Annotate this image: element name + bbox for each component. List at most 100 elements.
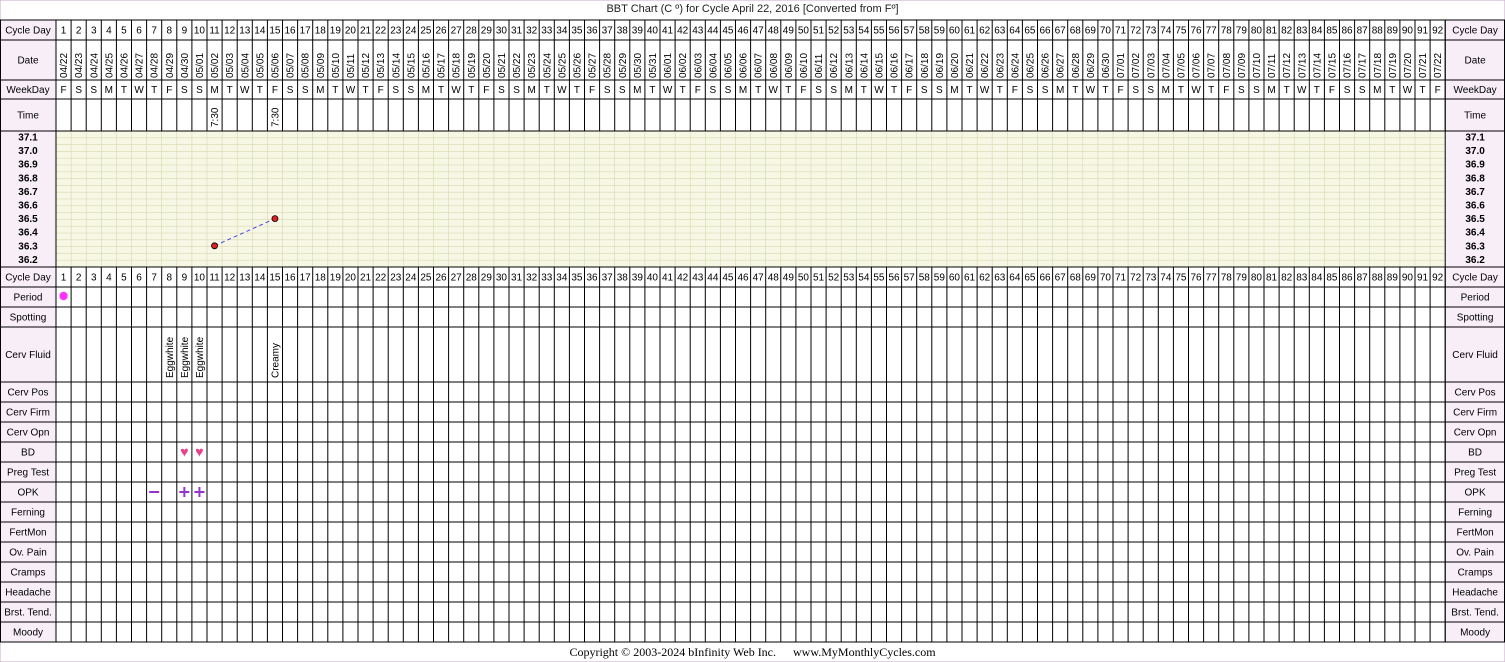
cycle-day-number: 8 [166, 26, 172, 37]
cycle-day-number: 49 [783, 273, 795, 284]
site-link[interactable]: www.MyMonthlyCycles.com [793, 645, 936, 659]
cycle-day-number: 18 [315, 26, 327, 37]
cycle-day-number: 14 [254, 26, 266, 37]
weekday-label: S [725, 85, 732, 96]
temp-label-left: 36.8 [18, 173, 38, 184]
weekday-label: T [755, 85, 761, 96]
date-label: 07/04 [1161, 53, 1172, 78]
date-label: 06/23 [995, 53, 1006, 78]
weekday-label: F [589, 85, 595, 96]
cycle-day-number: 63 [994, 273, 1006, 284]
cycle-day-number: 79 [1236, 273, 1248, 284]
row-label-right: Spotting [1457, 313, 1494, 324]
cycle-day-number: 60 [949, 26, 961, 37]
weekday-label: M [739, 85, 747, 96]
date-label: 05/25 [557, 53, 568, 78]
date-label: 05/16 [421, 53, 432, 78]
row-label-left: Cerv Firm [6, 408, 50, 419]
cycle-day-number: 68 [1070, 273, 1082, 284]
cycle-day-number: 4 [106, 273, 112, 284]
weekday-label: M [1056, 85, 1064, 96]
cycle-day-number: 77 [1206, 26, 1218, 37]
weekday-label: M [1162, 85, 1170, 96]
weekday-label: M [1267, 85, 1275, 96]
row-label-left: FertMon [9, 528, 46, 539]
cycle-day-number: 87 [1357, 26, 1369, 37]
weekday-label: T [257, 85, 263, 96]
date-label: 06/01 [663, 53, 674, 78]
date-label: 05/02 [210, 53, 221, 78]
row-label-left: Cerv Pos [7, 388, 48, 399]
cycle-day-number: 90 [1402, 273, 1414, 284]
weekday-label: T [362, 85, 368, 96]
date-label: 05/05 [255, 53, 266, 78]
cycle-day-number: 19 [330, 26, 342, 37]
bbt-chart: Cycle Day Cycle Day Date Date WeekDay WeekDay… [0, 0, 1505, 662]
cycle-day-number: 85 [1326, 273, 1338, 284]
copyright-text: Copyright © 2003-2024 bInfinity Web Inc. [569, 645, 777, 659]
cerv-fluid-entry: Creamy [270, 343, 281, 378]
date-label: 05/18 [452, 53, 463, 78]
date-label: 05/14 [391, 53, 402, 78]
row-label-right: Moody [1460, 628, 1490, 639]
bd-heart-icon: ♥ [195, 444, 203, 460]
date-label: 05/17 [437, 53, 448, 78]
date-label: 06/25 [1025, 53, 1036, 78]
cycle-day-number: 41 [662, 273, 674, 284]
row-label-left: Cerv Opn [7, 428, 50, 439]
cycle-day-number: 53 [843, 26, 855, 37]
cycle-day-number: 82 [1281, 26, 1293, 37]
date-label: 07/20 [1403, 53, 1414, 78]
weekday-label: T [1072, 85, 1078, 96]
weekday-label: M [422, 85, 430, 96]
weekday-label: T [785, 85, 791, 96]
cycle-day-number: 26 [435, 26, 447, 37]
cycle-day-number: 81 [1266, 273, 1278, 284]
cycle-day-number: 23 [390, 273, 402, 284]
date-label: 05/04 [240, 53, 251, 78]
date-label: 06/21 [965, 53, 976, 78]
weekday-label: S [1253, 85, 1260, 96]
temp-label-right: 36.2 [1465, 255, 1485, 266]
cycle-day-number: 59 [934, 26, 946, 37]
date-label: 07/15 [1327, 53, 1338, 78]
cycle-day-number: 84 [1311, 273, 1323, 284]
cycle-day-number: 10 [194, 26, 206, 37]
cerv-fluid-entry: Eggwhite [195, 336, 206, 378]
weekday-label: S [392, 85, 399, 96]
cycle-day-number: 69 [1085, 273, 1097, 284]
row-label-left: Date [17, 56, 39, 67]
weekday-label: F [1329, 85, 1335, 96]
date-label: 05/03 [225, 53, 236, 78]
weekday-label: S [1132, 85, 1139, 96]
weekday-label: T [680, 85, 686, 96]
weekday-label: T [861, 85, 867, 96]
cycle-day-number: 9 [182, 26, 188, 37]
cycle-day-number: 42 [677, 26, 689, 37]
cycle-day-number: 74 [1160, 273, 1172, 284]
row-label-left: OPK [17, 488, 38, 499]
row-label-right: FertMon [1456, 528, 1493, 539]
row-label-left: Cycle Day [5, 26, 51, 37]
weekday-label: S [498, 85, 505, 96]
cycle-day-number: 43 [692, 26, 704, 37]
cycle-day-number: 34 [556, 273, 568, 284]
weekday-label: T [891, 85, 897, 96]
weekday-label: M [527, 85, 535, 96]
row-label-right: Time [1464, 111, 1486, 122]
row-label-right: Cerv Fluid [1452, 350, 1498, 361]
weekday-label: M [633, 85, 641, 96]
cycle-day-number: 9 [182, 273, 188, 284]
temp-label-left: 36.6 [18, 201, 38, 212]
weekday-label: S [90, 85, 97, 96]
row-label-left: Cerv Fluid [5, 350, 51, 361]
date-label: 04/28 [150, 53, 161, 78]
cycle-day-number: 10 [194, 273, 206, 284]
cycle-day-number: 51 [813, 26, 825, 37]
date-label: 05/19 [467, 53, 478, 78]
date-label: 06/02 [678, 53, 689, 78]
cycle-day-number: 65 [1024, 273, 1036, 284]
date-label: 05/20 [482, 53, 493, 78]
row-label-right: Cycle Day [1452, 26, 1498, 37]
cycle-day-number: 50 [798, 26, 810, 37]
